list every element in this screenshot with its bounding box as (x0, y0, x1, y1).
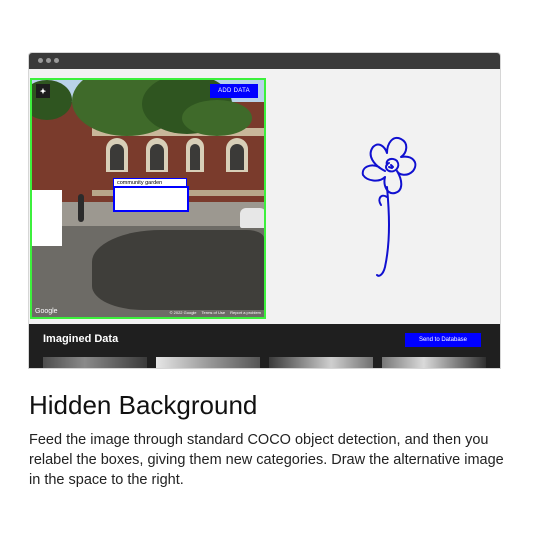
arched-window (146, 138, 168, 172)
street-view-logo-icon: ✦ (36, 84, 50, 98)
parked-car (240, 208, 264, 228)
street-view-image[interactable]: ✦ ADD DATA community garden Google © 202… (30, 78, 266, 319)
send-to-database-button[interactable]: Send to Database (405, 333, 481, 347)
drawing-canvas[interactable] (267, 69, 500, 324)
terms-link[interactable]: Terms of Use (202, 310, 226, 315)
detection-label[interactable]: community garden (113, 178, 187, 186)
add-data-button[interactable]: ADD DATA (210, 84, 258, 98)
imagined-thumbnail[interactable] (269, 357, 373, 368)
arched-window (106, 138, 128, 172)
window-dot-icon[interactable] (46, 58, 51, 63)
google-attribution: Google (35, 308, 58, 315)
tree-shadow (92, 230, 264, 310)
page-title: Hidden Background (29, 390, 258, 420)
workspace: ✦ ADD DATA community garden Google © 202… (29, 69, 500, 324)
imagined-thumbnail[interactable] (43, 357, 147, 368)
imagined-thumbnail[interactable] (156, 357, 260, 368)
window-dot-icon[interactable] (38, 58, 43, 63)
arched-window (226, 138, 248, 172)
flower-sketch (361, 137, 417, 277)
map-footer: © 2022 Google Terms of Use Report a prob… (170, 310, 261, 315)
window-dot-icon[interactable] (54, 58, 59, 63)
imagined-thumbnail[interactable] (382, 357, 486, 368)
arched-window (186, 138, 204, 172)
tree-canopy (182, 100, 252, 136)
detection-box[interactable]: community garden (113, 178, 189, 212)
report-link[interactable]: Report a problem (230, 310, 261, 315)
detected-object-mask (32, 190, 62, 246)
detection-rect[interactable] (113, 186, 189, 212)
section-title: Imagined Data (43, 333, 119, 345)
app-window: ✦ ADD DATA community garden Google © 202… (29, 53, 500, 368)
description: Feed the image through standard COCO obj… (29, 432, 504, 488)
pedestrian (78, 194, 84, 222)
imagined-data-bar: Imagined Data Send to Database (29, 324, 500, 368)
title-bar (29, 53, 500, 69)
copyright-text: © 2022 Google (169, 310, 197, 315)
